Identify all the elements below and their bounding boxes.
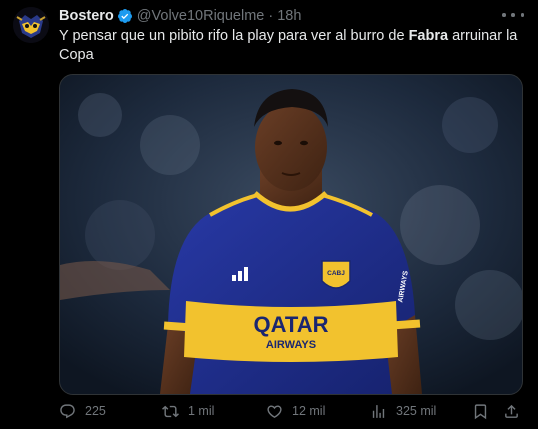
tweet-text: Y pensar que un pibito rifo la play para… <box>59 27 519 65</box>
like-icon <box>267 404 282 418</box>
sponsor-line1: QATAR <box>254 312 329 337</box>
bookmark-button[interactable] <box>472 400 498 422</box>
share-icon <box>505 404 518 418</box>
more-options-button[interactable] <box>502 7 524 23</box>
avatar-image <box>13 7 49 43</box>
tweet-text-mention: Fabra <box>408 28 449 44</box>
bookmark-icon <box>474 403 487 419</box>
views-button[interactable]: 325 mil <box>370 400 436 422</box>
avatar[interactable] <box>13 7 49 43</box>
tweet-header: Bostero @Volve10Riquelme · 18h <box>59 6 301 26</box>
sponsor-line2: AIRWAYS <box>266 339 316 351</box>
like-count: 12 mil <box>292 404 326 418</box>
action-bar: 225 1 mil 12 mil 325 mil <box>59 400 521 422</box>
author-handle[interactable]: @Volve10Riquelme <box>137 8 265 24</box>
tweet[interactable]: Bostero @Volve10Riquelme · 18h Y pensar … <box>0 0 538 429</box>
retweet-icon <box>162 405 179 417</box>
separator-dot: · <box>268 8 274 24</box>
views-count: 325 mil <box>396 404 437 418</box>
retweet-count: 1 mil <box>188 404 215 418</box>
views-icon <box>372 404 385 418</box>
more-icon <box>502 13 506 17</box>
reply-icon <box>60 403 75 418</box>
share-button[interactable] <box>503 400 529 422</box>
tweet-text-part1: Y pensar que un pibito rifo la play para… <box>59 28 409 44</box>
author-name[interactable]: Bostero <box>59 8 114 24</box>
like-button[interactable]: 12 mil <box>266 400 325 422</box>
reply-count: 225 <box>85 404 106 418</box>
tweet-photo[interactable]: CABJ QATAR AIRWAYS AIRWAYS <box>59 74 523 395</box>
crest-text: CABJ <box>327 270 345 277</box>
tweet-timestamp[interactable]: 18h <box>277 8 301 24</box>
verified-badge-icon <box>117 9 132 23</box>
reply-button[interactable]: 225 <box>59 400 106 422</box>
retweet-button[interactable]: 1 mil <box>162 400 214 422</box>
player-photo: CABJ QATAR AIRWAYS AIRWAYS <box>60 75 522 394</box>
